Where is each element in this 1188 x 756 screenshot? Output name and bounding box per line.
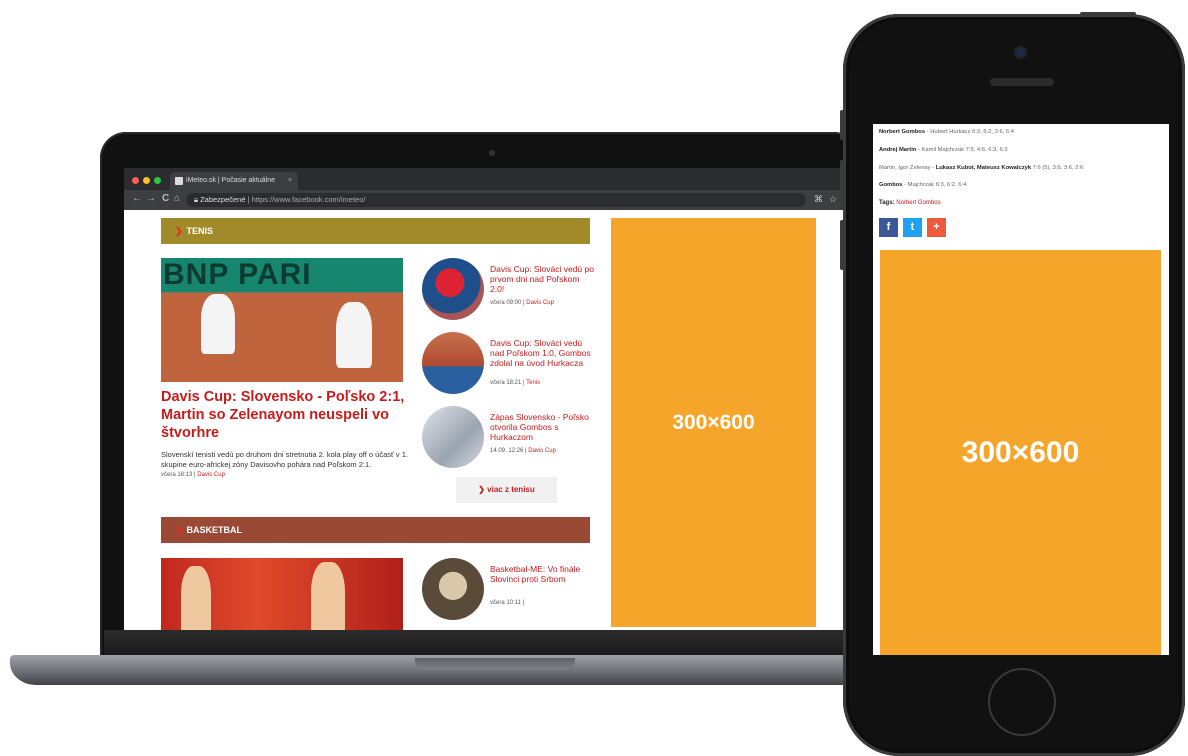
result-score: - Hubert Hurkacz 6:2, 6:2, 3:6, 6:4 <box>925 129 1014 135</box>
tab-close-icon[interactable]: × <box>288 172 292 190</box>
result-score: - Kamil Majchrzak 7:5, 4:6, 6:3, 6:3 <box>916 147 1008 153</box>
laptop-notch <box>415 658 575 670</box>
laptop-screen: iMeteo.sk | Počasie aktuálne × ← → C ⌂ 🔒… <box>124 168 846 633</box>
browser-tab[interactable]: iMeteo.sk | Počasie aktuálne × <box>170 172 298 190</box>
article-time: včera 18:21 | <box>490 380 527 386</box>
chevron-right-icon: ❯ <box>175 226 183 236</box>
basketbal-section-label: BASKETBAL <box>186 525 243 535</box>
maximize-window-button[interactable] <box>154 177 161 184</box>
laptop-hinge <box>104 630 856 658</box>
laptop-camera <box>489 150 495 156</box>
secure-label: Zabezpečené <box>200 195 246 204</box>
hero-summary: Slovenskí tenisti vedú po druhom dni str… <box>161 450 408 469</box>
tags-row: Tags: Norbert Gombos <box>879 200 941 206</box>
phone-screen: Norbert Gombos - Hubert Hurkacz 6:2, 6:2… <box>873 124 1169 655</box>
article-time: včera 10:11 | <box>490 600 525 606</box>
tenis-section-header[interactable]: ❯ TENIS <box>161 218 590 244</box>
hero-banner-text: BNP PARI <box>161 258 403 292</box>
article-thumbnail[interactable] <box>422 558 484 620</box>
article-title[interactable]: Basketbal-ME: Vo finále Slovinci proti S… <box>490 564 594 584</box>
article-time: 14.09. 12:26 | <box>490 448 529 454</box>
article-thumbnail[interactable] <box>422 258 484 320</box>
twitter-share-icon[interactable]: t <box>903 218 922 237</box>
hero-meta-category[interactable]: Davis Cup <box>197 472 225 478</box>
tab-title: iMeteo.sk | Počasie aktuálne <box>186 177 275 184</box>
match-result: Norbert Gombos - Hubert Hurkacz 6:2, 6:2… <box>879 129 1014 135</box>
speaker-grille <box>990 78 1054 86</box>
result-player: Andrej Martin <box>879 147 917 153</box>
article-thumbnail[interactable] <box>422 332 484 394</box>
front-camera <box>1016 48 1025 57</box>
result-player: Gombos <box>879 182 903 188</box>
player-figure <box>336 302 372 368</box>
chevron-right-icon: ❯ <box>175 525 183 535</box>
article-meta: 14.09. 12:26 | Davis Cup <box>490 448 556 454</box>
result-score: - Majchrzak 6:3, 6:2, 6:4 <box>902 182 967 188</box>
minimize-window-button[interactable] <box>143 177 150 184</box>
back-icon[interactable]: ← <box>132 193 142 204</box>
home-button[interactable] <box>988 668 1056 736</box>
player-figure <box>311 562 345 633</box>
tags-label: Tags: <box>879 200 895 206</box>
result-player: Norbert Gombos <box>879 129 926 135</box>
article-meta: včera 10:11 | <box>490 600 524 606</box>
result-player: Martin, Igor Zelenay - <box>879 165 936 171</box>
favicon-icon <box>175 177 183 185</box>
url-value: https://www.facebook.com/imeteo/ <box>251 195 366 204</box>
hero-text: Slovenskí tenisti vedú po druhom dni str… <box>161 450 411 481</box>
article-title[interactable]: Davis Cup: Slováci vedú po prvom dni nad… <box>490 264 594 294</box>
facebook-share-icon[interactable]: f <box>879 218 898 237</box>
result-score: 7:6 (5), 3:6, 3:6, 2:6 <box>1031 165 1084 171</box>
forward-icon[interactable]: → <box>146 193 156 204</box>
tag-link[interactable]: Norbert Gombos <box>896 200 940 206</box>
bookmark-star-icon[interactable]: ☆ <box>829 194 837 205</box>
article-title[interactable]: Davis Cup: Slováci vedú nad Poľskom 1:0,… <box>490 338 594 368</box>
tenis-section-label: TENIS <box>186 226 214 236</box>
hero-meta-time: včera 18:13 | <box>161 472 198 478</box>
more-tennis-button[interactable]: ❯ viac z tenisu <box>456 477 557 503</box>
plus-share-icon[interactable]: + <box>927 218 946 237</box>
extension-icon[interactable]: ⌘ <box>814 194 823 205</box>
basketball-image[interactable] <box>161 558 403 633</box>
volume-down-button <box>840 220 844 270</box>
article-thumbnail[interactable] <box>422 406 484 468</box>
address-bar-row: ← → C ⌂ 🔒︎ Zabezpečené | https://www.fac… <box>124 190 846 210</box>
basketbal-section-header[interactable]: ❯ BASKETBAL <box>161 517 590 543</box>
match-result: Gombos - Majchrzak 6:3, 6:2, 6:4 <box>879 182 966 188</box>
player-figure <box>201 294 235 354</box>
hero-title[interactable]: Davis Cup: Slovensko - Poľsko 2:1, Marti… <box>161 388 411 442</box>
result-player: Lukasz Kubot, Mateusz Kowalczyk <box>935 165 1032 171</box>
url-field[interactable]: 🔒︎ Zabezpečené | https://www.facebook.co… <box>186 193 806 207</box>
reload-icon[interactable]: C <box>162 193 169 204</box>
article-category[interactable]: Davis Cup <box>526 300 554 306</box>
match-result: Andrej Martin - Kamil Majchrzak 7:5, 4:6… <box>879 147 1008 153</box>
volume-up-button <box>840 160 844 210</box>
hero-meta: včera 18:13 | Davis Cup <box>161 472 225 478</box>
article-time: včera 09:00 | <box>490 300 527 306</box>
article-category[interactable]: Davis Cup <box>528 448 556 454</box>
browser-tab-bar: iMeteo.sk | Počasie aktuálne × <box>124 168 846 190</box>
article-meta: včera 18:21 | Tenis <box>490 380 540 386</box>
article-category[interactable]: Tenis <box>526 380 540 386</box>
player-figure <box>181 566 211 633</box>
mute-switch <box>840 110 844 140</box>
more-tennis-label: viac z tenisu <box>487 485 535 494</box>
chevron-right-icon: ❯ <box>478 485 488 494</box>
ad-banner[interactable]: 300×600 <box>611 218 816 627</box>
home-icon[interactable]: ⌂ <box>174 193 180 204</box>
hero-image[interactable]: BNP PARI <box>161 258 403 382</box>
power-button <box>1080 12 1136 16</box>
article-meta: včera 09:00 | Davis Cup <box>490 300 554 306</box>
article-title[interactable]: Zápas Slovensko - Poľsko otvorila Gombos… <box>490 412 594 442</box>
ad-banner[interactable]: 300×600 <box>880 250 1161 655</box>
match-result: Martin, Igor Zelenay - Lukasz Kubot, Mat… <box>879 165 1083 171</box>
close-window-button[interactable] <box>132 177 139 184</box>
